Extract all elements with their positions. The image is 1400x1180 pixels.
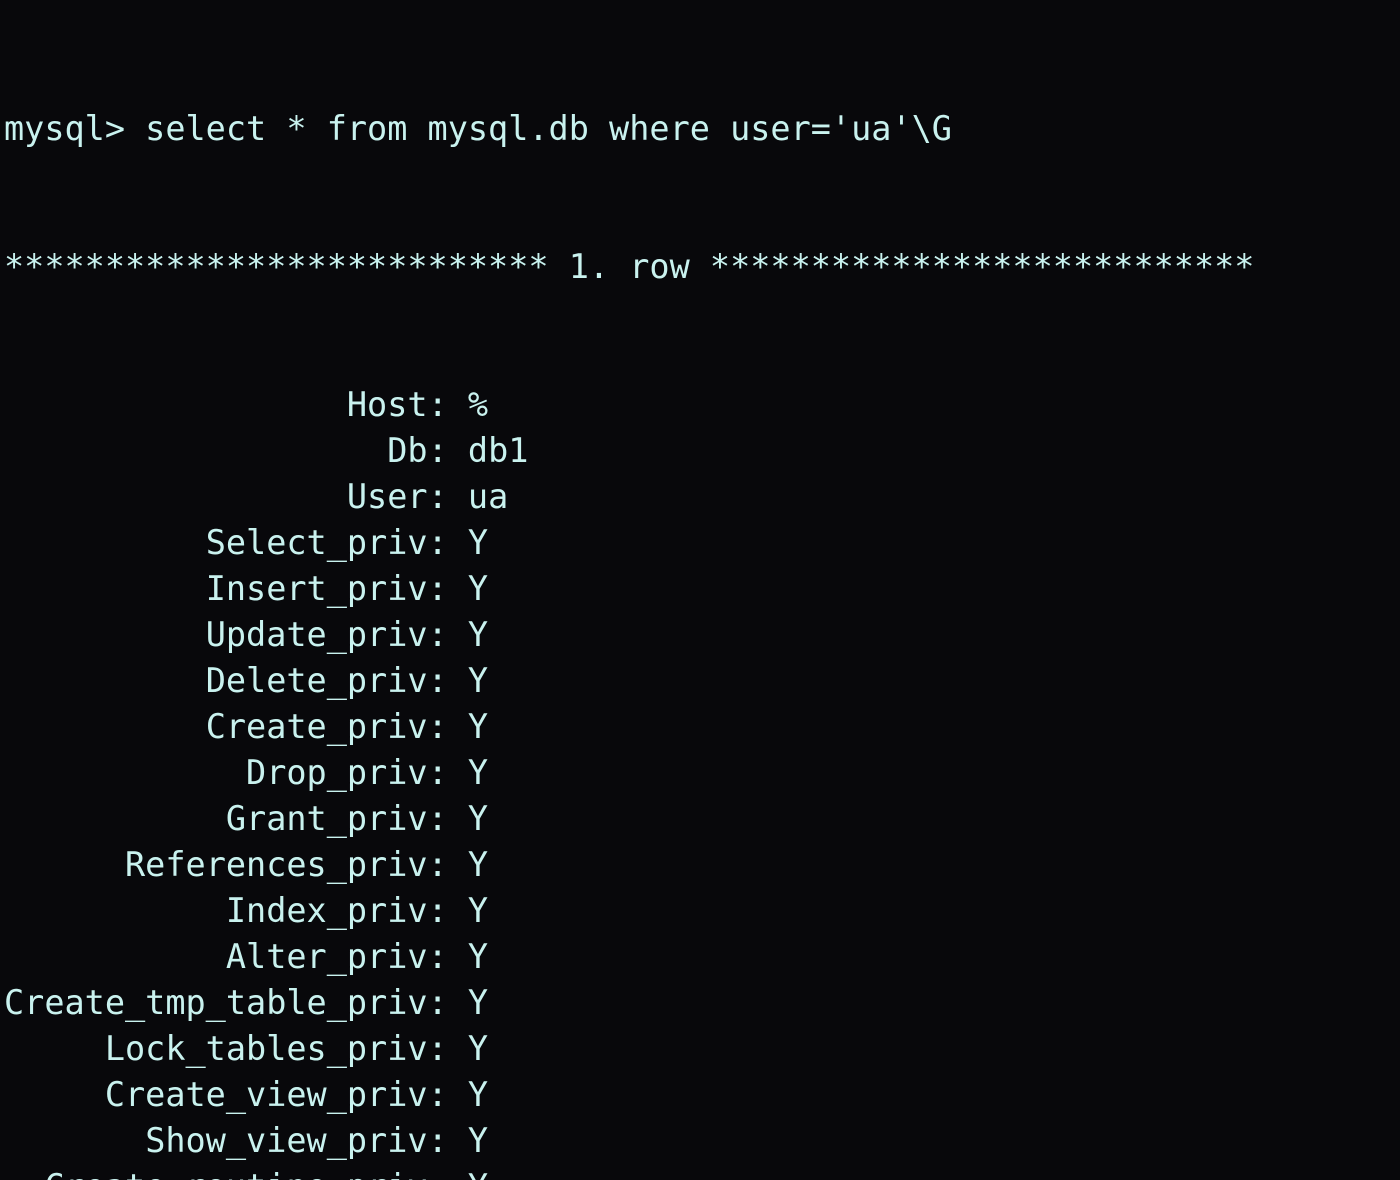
field-row: Alter_priv: Y [4,934,1400,980]
field-value: Y [467,891,489,930]
field-row: Update_priv: Y [4,612,1400,658]
field-label-padding [4,615,206,654]
field-separator: : [427,1075,468,1114]
field-separator: : [427,753,468,792]
field-label-padding [4,477,347,516]
field-row: Create_view_priv: Y [4,1072,1400,1118]
field-separator: : [427,477,468,516]
field-label: Index_priv [225,891,428,930]
field-label: Lock_tables_priv [104,1029,428,1068]
field-value: Y [467,937,489,976]
field-label: Select_priv [205,523,428,562]
field-label: Drop_priv [246,753,428,792]
field-row: Host: % [4,382,1400,428]
field-separator: : [427,569,468,608]
field-separator: : [427,937,468,976]
field-row: References_priv: Y [4,842,1400,888]
field-label-padding [4,523,206,562]
field-label-padding [4,891,226,930]
field-value: Y [467,615,489,654]
field-row: User: ua [4,474,1400,520]
field-row: Grant_priv: Y [4,796,1400,842]
field-value: Y [467,753,489,792]
field-label-padding [4,707,206,746]
field-label: References_priv [125,845,428,884]
field-separator: : [427,983,468,1022]
field-row: Create_routine_priv: Y [4,1164,1400,1180]
field-separator: : [427,1029,468,1068]
field-label: User [346,477,428,516]
field-label: Create_priv [205,707,428,746]
field-label-padding [4,569,206,608]
field-label: Grant_priv [225,799,428,838]
field-label-padding [4,1029,105,1068]
field-row: Index_priv: Y [4,888,1400,934]
field-value: Y [467,569,489,608]
terminal-output[interactable]: mysql> select * from mysql.db where user… [0,0,1400,1180]
field-separator: : [427,1121,468,1160]
field-list: Host: % Db: db1 User: ua Select_priv: Y … [4,382,1400,1180]
row-separator-line: *************************** 1. row *****… [4,247,1255,286]
field-label: Delete_priv [205,661,428,700]
field-label-padding [4,845,125,884]
field-label-padding [4,753,246,792]
field-label-padding [4,385,347,424]
field-label-padding [4,431,387,470]
field-separator: : [427,707,468,746]
field-separator: : [427,799,468,838]
field-label: Update_priv [205,615,428,654]
field-label-padding [4,799,226,838]
field-label-padding [4,937,226,976]
command-prompt-line: mysql> select * from mysql.db where user… [4,109,952,148]
field-label-padding [4,661,206,700]
field-row: Create_tmp_table_priv: Y [4,980,1400,1026]
field-row: Drop_priv: Y [4,750,1400,796]
field-value: Y [467,707,489,746]
field-row: Select_priv: Y [4,520,1400,566]
field-label: Alter_priv [225,937,428,976]
field-separator: : [427,385,468,424]
field-label: Create_tmp_table_priv [4,983,428,1022]
field-value: Y [467,523,489,562]
field-label-padding [4,1121,145,1160]
field-value: Y [467,845,489,884]
field-value: Y [467,799,489,838]
field-row: Db: db1 [4,428,1400,474]
field-row: Delete_priv: Y [4,658,1400,704]
field-label: Db [387,431,428,470]
field-separator: : [427,523,468,562]
field-label: Host [346,385,428,424]
field-row: Insert_priv: Y [4,566,1400,612]
field-value: Y [467,1029,489,1068]
field-value: Y [467,1075,489,1114]
field-separator: : [427,661,468,700]
field-separator: : [427,891,468,930]
field-label: Insert_priv [205,569,428,608]
field-row: Show_view_priv: Y [4,1118,1400,1164]
field-value: Y [467,1121,489,1160]
field-value: Y [467,983,489,1022]
field-value: % [467,385,489,424]
field-separator: : [427,845,468,884]
field-label: Create_routine_priv [44,1167,427,1180]
field-separator: : [428,1167,468,1180]
field-separator: : [427,615,468,654]
field-value: db1 [467,431,529,470]
field-value: Y [468,1167,488,1180]
field-value: ua [467,477,509,516]
field-label: Create_view_priv [104,1075,428,1114]
field-row: Create_priv: Y [4,704,1400,750]
field-row: Lock_tables_priv: Y [4,1026,1400,1072]
field-separator: : [427,431,468,470]
field-label: Show_view_priv [145,1121,428,1160]
field-value: Y [467,661,489,700]
field-label-padding [4,1075,105,1114]
field-label-padding [4,1167,44,1180]
